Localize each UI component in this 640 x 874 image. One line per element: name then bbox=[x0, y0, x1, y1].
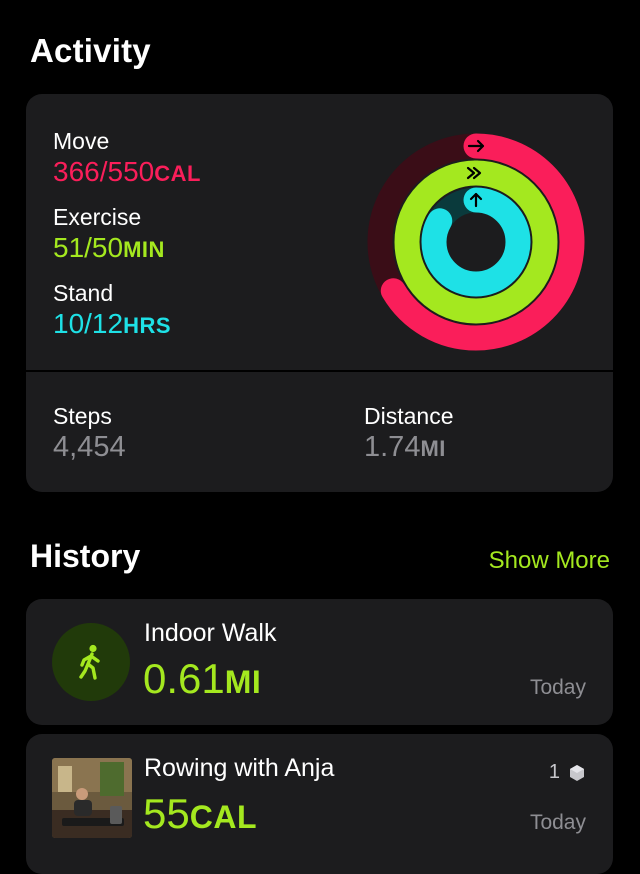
exercise-amount: 51/50 bbox=[53, 232, 124, 263]
exercise-unit: MIN bbox=[123, 237, 165, 262]
activity-rings bbox=[367, 133, 585, 351]
exercise-label: Exercise bbox=[53, 204, 142, 230]
stand-unit: HRS bbox=[123, 313, 172, 338]
card-divider bbox=[26, 370, 613, 372]
badge-count: 1 bbox=[549, 761, 586, 784]
workout-value: 55CAL bbox=[143, 790, 257, 838]
workout-card-indoor-walk[interactable]: Indoor Walk 0.61MI Today bbox=[26, 599, 613, 725]
workout-name: Rowing with Anja bbox=[144, 754, 335, 782]
workout-amount: 0.61 bbox=[143, 655, 225, 702]
distance-amount: 1.74 bbox=[364, 431, 421, 463]
steps-value: 4,454 bbox=[53, 431, 126, 463]
workout-card-rowing[interactable]: Rowing with Anja 55CAL 1 Today bbox=[26, 734, 613, 874]
stand-ring bbox=[421, 187, 531, 297]
history-title: History bbox=[30, 538, 141, 574]
activity-summary-card[interactable]: Move 366/550CAL Exercise 51/50MIN Stand … bbox=[26, 94, 613, 492]
stand-value: 10/12HRS bbox=[53, 308, 171, 340]
move-unit: CAL bbox=[154, 161, 201, 186]
workout-unit: CAL bbox=[189, 799, 257, 835]
walking-figure-icon bbox=[52, 623, 130, 701]
stand-amount: 10/12 bbox=[53, 308, 124, 339]
workout-date: Today bbox=[529, 811, 586, 834]
move-label: Move bbox=[53, 128, 110, 154]
badge-icon bbox=[570, 764, 584, 781]
steps-label: Steps bbox=[53, 403, 112, 429]
workout-name: Indoor Walk bbox=[144, 619, 277, 647]
workout-amount: 55 bbox=[143, 790, 190, 837]
workout-date: Today bbox=[529, 676, 586, 699]
badge-count-value: 1 bbox=[548, 761, 560, 783]
move-value: 366/550CAL bbox=[53, 156, 201, 188]
page-title: Activity bbox=[30, 32, 151, 69]
workout-value: 0.61MI bbox=[143, 655, 261, 703]
distance-label: Distance bbox=[364, 403, 454, 429]
distance-value: 1.74MI bbox=[364, 431, 446, 464]
workout-unit: MI bbox=[224, 664, 262, 700]
exercise-value: 51/50MIN bbox=[53, 232, 165, 264]
workout-thumbnail bbox=[52, 758, 132, 838]
distance-unit: MI bbox=[420, 436, 446, 461]
stand-label: Stand bbox=[53, 280, 114, 306]
show-more-link[interactable]: Show More bbox=[489, 547, 610, 575]
move-amount: 366/550 bbox=[53, 156, 155, 187]
